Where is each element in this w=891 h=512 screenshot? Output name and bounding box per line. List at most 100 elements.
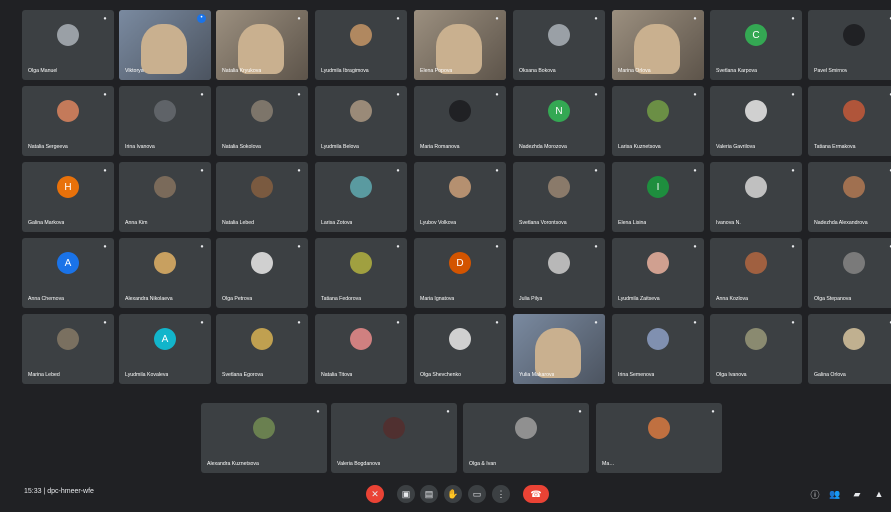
participant-tile[interactable]: ⏺ Lyubov Volkova [414,162,506,232]
participant-name: Pavel Smirnov [814,68,848,74]
avatar [647,328,669,351]
participant-tile[interactable]: ⏺ Valeria Bogdanova [331,403,457,473]
participant-tile[interactable]: ⏺ Natalia Sergeeva [22,86,114,156]
avatar [745,328,767,351]
participant-tile[interactable]: ⏺ Marina Lebed [22,314,114,384]
participant-tile[interactable]: I ⏺ Elena Lisina [612,162,704,232]
participant-tile[interactable]: ⏺ Yulia Makarova [513,314,605,384]
participant-name: Svetlana Egorova [222,372,263,378]
participant-tile[interactable]: D ⏺ Maria Ignatova [414,238,506,308]
participant-tile[interactable]: ⏺ Olga Manuel [22,10,114,80]
avatar [843,252,865,275]
participant-tile[interactable]: ⏺ Natalia Lebed [216,162,308,232]
participant-name: Nadezhda Morozova [519,144,567,150]
participant-tile[interactable]: ⏺ Svetlana Egorova [216,314,308,384]
participant-tile[interactable]: ⏺ Natalia Sokolova [216,86,308,156]
participant-tile[interactable]: ⏺ Larisa Zotova [315,162,407,232]
participant-tile[interactable]: ⏺ Marina Orlova [612,10,704,80]
participant-tile[interactable]: ⏺ Tatiana Ermakova [808,86,891,156]
participant-tile[interactable]: ⏺ Galina Orlova [808,314,891,384]
mic-muted-icon: ⏺ [200,168,204,174]
mic-button[interactable]: ✕ [366,485,384,503]
avatar [548,176,570,199]
avatar [350,176,372,199]
participant-tile[interactable]: • Viktorya [119,10,211,80]
participant-tile[interactable]: ⏺ Ivanova N. [710,162,802,232]
participant-tile[interactable]: ⏺ Anna Kim [119,162,211,232]
mic-muted-icon: ⏺ [693,244,697,250]
participant-tile[interactable]: N ⏺ Nadezhda Morozova [513,86,605,156]
activities-button[interactable]: ▲ [872,487,886,501]
mic-off-icon: ✕ [371,488,379,499]
camera-button[interactable]: ▣ [397,485,415,503]
participant-tile[interactable]: ⏺ Alexandra Kuznetsova [201,403,327,473]
mic-muted-icon: ⏺ [711,409,715,415]
participant-tile[interactable]: ⏺ Lyudmila Belova [315,86,407,156]
present-button[interactable]: ▭ [468,485,486,503]
more-options-button[interactable]: ⋮ [492,485,510,503]
participant-tile[interactable]: ⏺ Oksana Bokova [513,10,605,80]
participant-tile[interactable]: ⏺ Elena Popova [414,10,506,80]
mic-muted-icon: ⏺ [297,320,301,326]
participant-tile[interactable]: ⏺ Olga Stepanova [808,238,891,308]
participant-tile[interactable]: ⏺ Irina Semenova [612,314,704,384]
mic-muted-icon: ⏺ [200,320,204,326]
participant-video [436,24,482,74]
participant-tile[interactable]: ⏺ Alexandra Nikolaeva [119,238,211,308]
end-call-button[interactable]: ☎ [523,485,549,503]
participant-tile[interactable]: ⏺ Maria Romanova [414,86,506,156]
participant-tile[interactable]: A ⏺ Lyudmila Kovaleva [119,314,211,384]
participant-tile[interactable]: ⏺ Lyudmila Ibragimova [315,10,407,80]
participant-video [535,328,581,378]
mic-muted-icon: ⏺ [103,168,107,174]
mic-muted-icon: ⏺ [495,168,499,174]
avatar: N [548,100,570,123]
participant-tile[interactable]: ⏺ Olga Shevchenko [414,314,506,384]
participant-tile[interactable]: ⏺ Olga Ivanova [710,314,802,384]
participant-tile[interactable]: ⏺ Olga & Ivan [463,403,589,473]
participant-tile[interactable]: ⏺ Lyudmila Zaitseva [612,238,704,308]
participant-name: Natalia Lebed [222,220,255,226]
avatar [57,24,79,47]
chat-button[interactable]: ▰ [850,487,864,501]
participant-tile[interactable]: ⏺ Valeria Gavrilova [710,86,802,156]
participant-tile[interactable]: ⏺ Irina Ivanova [119,86,211,156]
participant-tile[interactable]: ⏺ Pavel Smirnov [808,10,891,80]
participant-tile[interactable]: ⏺ Nadezhda Alexandrova [808,162,891,232]
info-button[interactable]: ⓘ [808,487,822,501]
avatar [843,100,865,123]
participant-tile[interactable]: Н ⏺ Galina Markova [22,162,114,232]
avatar [647,252,669,275]
pin-icon[interactable]: • [197,14,206,23]
avatar [350,328,372,351]
activities-icon: ▲ [874,489,884,499]
participant-video [238,24,284,74]
participant-tile[interactable]: ⏺ Olga Petrova [216,238,308,308]
participant-name: Ma… [602,461,615,467]
participant-tile[interactable]: ⏺ Tatiana Fedorova [315,238,407,308]
participant-tile[interactable]: ⏺ Natalia Titova [315,314,407,384]
participant-tile[interactable]: С ⏺ Svetlana Karpova [710,10,802,80]
mic-muted-icon: ⏺ [297,244,301,250]
participant-name: Lyudmila Ibragimova [321,68,369,74]
participant-tile[interactable]: ⏺ Svetlana Vorontsova [513,162,605,232]
people-button[interactable]: 👥 [828,487,842,501]
avatar [745,252,767,275]
participant-name: Elena Lisina [618,220,647,226]
participant-tile[interactable]: A ⏺ Anna Chernova [22,238,114,308]
mic-muted-icon: ⏺ [594,244,598,250]
mic-muted-icon: ⏺ [396,92,400,98]
mic-muted-icon: ⏺ [495,320,499,326]
participant-tile[interactable]: ⏺ Anna Kozlova [710,238,802,308]
participant-tile[interactable]: ⏺ Julia Pilya [513,238,605,308]
captions-button[interactable]: ▤ [420,485,438,503]
participant-tile[interactable]: ⏺ Larisa Kuznetsova [612,86,704,156]
avatar [251,100,273,123]
participant-name: Larisa Kuznetsova [618,144,661,150]
avatar [843,328,865,351]
raise-hand-button[interactable]: ✋ [444,485,462,503]
participant-tile[interactable]: ⏺ Ma… [596,403,722,473]
participant-name: Lyudmila Belova [321,144,359,150]
participant-name: Nadezhda Alexandrova [814,220,868,226]
participant-tile[interactable]: ⏺ Natalia Kryukova [216,10,308,80]
